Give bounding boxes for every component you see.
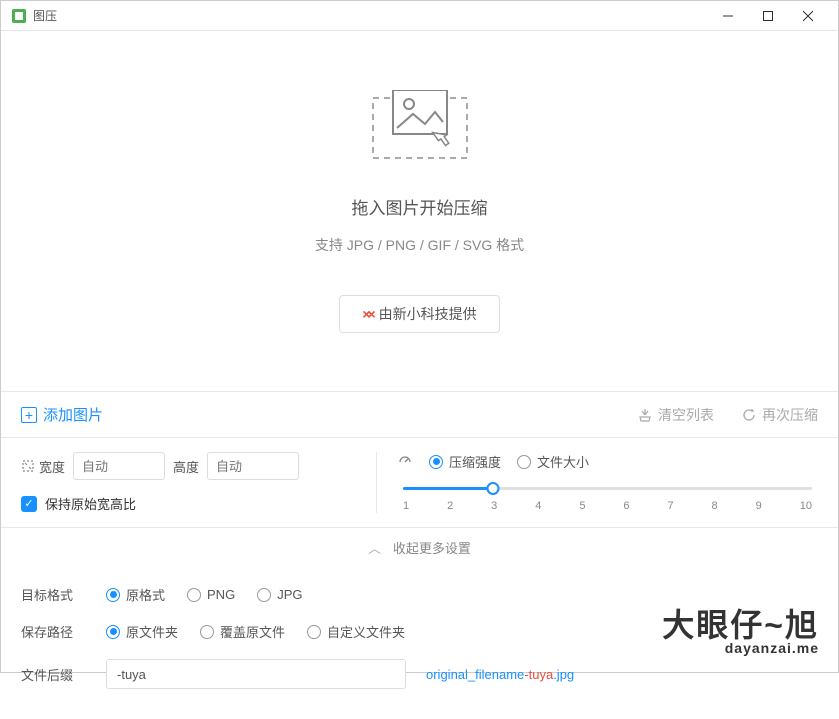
add-image-button[interactable]: + 添加图片	[21, 404, 103, 425]
height-input[interactable]	[207, 452, 299, 480]
collapse-label: 收起更多设置	[393, 541, 471, 556]
radio-icon	[517, 455, 531, 469]
format-png-radio[interactable]: PNG	[187, 587, 235, 602]
expand-icon	[21, 459, 35, 473]
save-overwrite-radio[interactable]: 覆盖原文件	[200, 622, 285, 641]
suffix-preview: original_filename-tuya.jpg	[426, 667, 574, 682]
format-original-radio[interactable]: 原格式	[106, 585, 165, 604]
suffix-label: 文件后缀	[21, 665, 106, 684]
checkbox-icon: ✓	[21, 496, 37, 512]
recompress-label: 再次压缩	[762, 405, 818, 425]
save-label: 保存路径	[21, 622, 106, 641]
radio-icon	[429, 455, 443, 469]
minimize-button[interactable]	[708, 2, 748, 30]
dimension-settings: 宽度 高度 ✓ 保持原始宽高比	[21, 452, 376, 513]
width-label: 宽度	[21, 457, 65, 476]
plus-icon: +	[21, 407, 37, 423]
suffix-input[interactable]	[106, 659, 406, 689]
maximize-button[interactable]	[748, 2, 788, 30]
clear-list-label: 清空列表	[658, 405, 714, 425]
format-label: 目标格式	[21, 585, 106, 604]
strength-slider[interactable]: 12345678910	[403, 487, 812, 512]
refresh-icon	[742, 408, 756, 422]
add-image-label: 添加图片	[43, 404, 103, 425]
mode-strength-radio[interactable]: 压缩强度	[429, 452, 501, 471]
app-icon	[11, 8, 27, 24]
format-jpg-radio[interactable]: JPG	[257, 587, 302, 602]
drop-zone[interactable]: 拖入图片开始压缩 支持 JPG / PNG / GIF / SVG 格式 ×× …	[1, 31, 838, 391]
radio-icon	[187, 588, 201, 602]
provider-button[interactable]: ×× 由新小科技提供	[339, 295, 499, 333]
radio-icon	[106, 625, 120, 639]
save-original-radio[interactable]: 原文件夹	[106, 622, 178, 641]
radio-icon	[257, 588, 271, 602]
save-custom-radio[interactable]: 自定义文件夹	[307, 622, 405, 641]
chevron-up-icon: ︿	[368, 538, 381, 557]
drop-image-icon	[365, 90, 475, 169]
drop-title: 拖入图片开始压缩	[352, 194, 488, 219]
collapse-toggle[interactable]: ︿ 收起更多设置	[1, 527, 838, 567]
slider-ticks: 12345678910	[403, 500, 812, 512]
height-label: 高度	[173, 457, 199, 476]
window-title: 图压	[33, 7, 57, 24]
clear-icon	[638, 408, 652, 422]
drop-subtitle: 支持 JPG / PNG / GIF / SVG 格式	[315, 235, 524, 255]
radio-icon	[307, 625, 321, 639]
mode-filesize-label: 文件大小	[537, 452, 589, 471]
provider-icon: ××	[362, 306, 372, 322]
close-button[interactable]	[788, 2, 828, 30]
radio-icon	[106, 588, 120, 602]
title-bar: 图压	[1, 1, 838, 31]
compress-icon	[397, 454, 413, 470]
recompress-button[interactable]: 再次压缩	[742, 405, 818, 425]
radio-icon	[200, 625, 214, 639]
keep-ratio-checkbox[interactable]: ✓ 保持原始宽高比	[21, 494, 376, 513]
action-bar: + 添加图片 清空列表 再次压缩	[1, 391, 838, 437]
clear-list-button[interactable]: 清空列表	[638, 405, 714, 425]
settings-row: 宽度 高度 ✓ 保持原始宽高比 压缩强度 文件大小 12345678	[1, 437, 838, 527]
keep-ratio-label: 保持原始宽高比	[45, 494, 136, 513]
more-settings: 目标格式 原格式 PNG JPG 保存路径 原文件夹 覆盖原文件 自定义文件夹 …	[1, 567, 838, 719]
mode-filesize-radio[interactable]: 文件大小	[517, 452, 589, 471]
provider-label: 由新小科技提供	[379, 304, 477, 324]
mode-strength-label: 压缩强度	[449, 452, 501, 471]
width-input[interactable]	[73, 452, 165, 480]
compress-settings: 压缩强度 文件大小 12345678910	[376, 452, 818, 513]
